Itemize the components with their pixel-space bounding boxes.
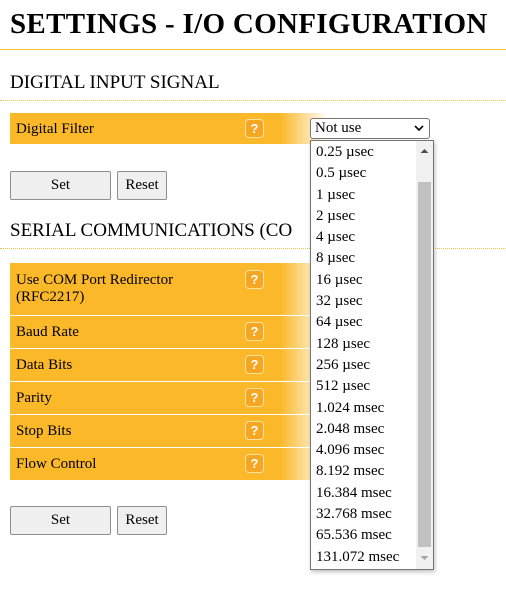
digital-filter-row: Digital Filter ? xyxy=(10,113,328,144)
parity-label: Parity xyxy=(16,390,52,406)
title-divider xyxy=(0,49,506,50)
page-title: SETTINGS - I/O CONFIGURATION xyxy=(10,8,488,40)
help-icon[interactable]: ? xyxy=(245,355,264,374)
serial-row-baud-rate: Baud Rate ? xyxy=(10,316,328,348)
help-icon[interactable]: ? xyxy=(245,388,264,407)
dropdown-option[interactable]: 65.536 msec xyxy=(311,525,416,546)
dropdown-option[interactable]: 512 µsec xyxy=(311,376,416,397)
digital-filter-selected-value: Not use xyxy=(315,120,362,136)
digital-reset-button[interactable]: Reset xyxy=(117,171,167,200)
dropdown-option[interactable]: 256 µsec xyxy=(311,355,416,376)
digital-filter-select[interactable]: Not use xyxy=(310,118,430,139)
help-icon[interactable]: ? xyxy=(245,119,264,138)
help-icon[interactable]: ? xyxy=(245,454,264,473)
dropdown-option[interactable]: 4.096 msec xyxy=(311,440,416,461)
help-icon[interactable]: ? xyxy=(245,421,264,440)
dropdown-scrollbar[interactable] xyxy=(416,141,433,569)
dropdown-option[interactable]: 2.048 msec xyxy=(311,419,416,440)
chevron-down-icon xyxy=(414,125,424,132)
section-divider xyxy=(0,100,506,101)
data-bits-label: Data Bits xyxy=(16,357,73,373)
serial-row-stop-bits: Stop Bits ? xyxy=(10,415,328,447)
com-redirector-label: Use COM Port Redirector (RFC2217) xyxy=(16,272,174,305)
digital-set-button[interactable]: Set xyxy=(10,171,111,200)
digital-filter-options: 0.25 µsec 0.5 µsec 1 µsec 2 µsec 4 µsec … xyxy=(311,142,416,568)
dropdown-option[interactable]: 1.024 msec xyxy=(311,398,416,419)
digital-filter-dropdown[interactable]: 0.25 µsec 0.5 µsec 1 µsec 2 µsec 4 µsec … xyxy=(310,140,434,570)
dropdown-option[interactable]: 8.192 msec xyxy=(311,461,416,482)
serial-set-button[interactable]: Set xyxy=(10,506,111,535)
dropdown-option[interactable]: 8 µsec xyxy=(311,248,416,269)
scroll-up-arrow-icon[interactable] xyxy=(416,144,433,158)
dropdown-option[interactable]: 0.25 µsec xyxy=(311,142,416,163)
flow-control-label: Flow Control xyxy=(16,456,97,472)
serial-row-com-redirector: Use COM Port Redirector (RFC2217) ? xyxy=(10,263,328,315)
dropdown-option[interactable]: 1 µsec xyxy=(311,185,416,206)
section-heading-digital-input: DIGITAL INPUT SIGNAL xyxy=(10,72,220,93)
serial-row-data-bits: Data Bits ? xyxy=(10,349,328,381)
dropdown-option[interactable]: 32.768 msec xyxy=(311,504,416,525)
scroll-down-arrow-icon[interactable] xyxy=(416,551,433,565)
scrollbar-thumb[interactable] xyxy=(418,182,431,547)
dropdown-option[interactable]: 4 µsec xyxy=(311,227,416,248)
help-icon[interactable]: ? xyxy=(245,322,264,341)
dropdown-option[interactable]: 2 µsec xyxy=(311,206,416,227)
baud-rate-label: Baud Rate xyxy=(16,324,79,340)
section-heading-serial: SERIAL COMMUNICATIONS (CO xyxy=(10,220,293,241)
dropdown-option[interactable]: 64 µsec xyxy=(311,312,416,333)
dropdown-option[interactable]: 0.5 µsec xyxy=(311,163,416,184)
dropdown-option[interactable]: 131.072 msec xyxy=(311,547,416,568)
dropdown-option[interactable]: 32 µsec xyxy=(311,291,416,312)
dropdown-option[interactable]: 16.384 msec xyxy=(311,483,416,504)
serial-reset-button[interactable]: Reset xyxy=(117,506,167,535)
stop-bits-label: Stop Bits xyxy=(16,423,72,439)
dropdown-option[interactable]: 128 µsec xyxy=(311,334,416,355)
digital-filter-label: Digital Filter xyxy=(16,121,94,137)
help-icon[interactable]: ? xyxy=(245,270,264,289)
serial-row-flow-control: Flow Control ? xyxy=(10,448,328,480)
dropdown-option[interactable]: 16 µsec xyxy=(311,270,416,291)
serial-row-parity: Parity ? xyxy=(10,382,328,414)
